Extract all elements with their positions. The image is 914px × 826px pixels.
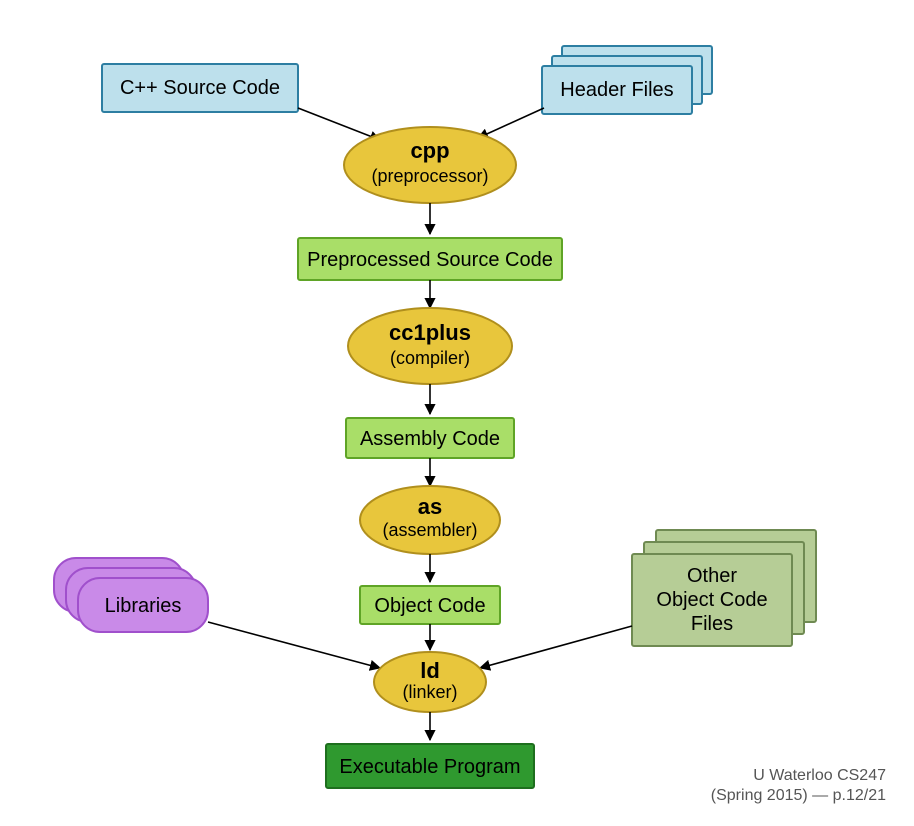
label-header-files: Header Files: [560, 79, 673, 101]
node-other-object-files: Other Object Code Files: [632, 530, 816, 646]
label-libraries: Libraries: [105, 595, 182, 617]
attribution-line1: U Waterloo CS247: [711, 766, 886, 786]
node-object-code: Object Code: [360, 586, 500, 624]
label-preprocessed: Preprocessed Source Code: [307, 249, 553, 271]
edge-otherobj-to-ld: [480, 626, 632, 668]
edge-source-to-cpp: [298, 108, 380, 140]
label-as-title: as: [418, 494, 442, 519]
node-executable-program: Executable Program: [326, 744, 534, 788]
label-object: Object Code: [374, 595, 485, 617]
label-cc1plus-subtitle: (compiler): [390, 348, 470, 368]
node-cc1plus-compiler: cc1plus (compiler): [348, 308, 512, 384]
label-other-objects-line2: Object Code: [656, 589, 767, 611]
node-preprocessed-source: Preprocessed Source Code: [298, 238, 562, 280]
node-assembly-code: Assembly Code: [346, 418, 514, 458]
label-source-code: C++ Source Code: [120, 77, 280, 99]
attribution-block: U Waterloo CS247 (Spring 2015) — p.12/21: [711, 766, 886, 806]
compilation-pipeline-diagram: C++ Source Code Header Files cpp (prepro…: [0, 0, 914, 826]
node-cpp-preprocessor: cpp (preprocessor): [344, 127, 516, 203]
label-other-objects-line1: Other: [687, 565, 737, 587]
label-assembly: Assembly Code: [360, 428, 500, 450]
node-libraries: Libraries: [54, 558, 208, 632]
label-cpp-subtitle: (preprocessor): [371, 166, 488, 186]
label-cc1plus-title: cc1plus: [389, 320, 471, 345]
edge-libraries-to-ld: [208, 622, 380, 668]
edge-headers-to-cpp: [478, 108, 544, 138]
label-ld-subtitle: (linker): [402, 682, 457, 702]
attribution-line2: (Spring 2015) — p.12/21: [711, 786, 886, 806]
node-as-assembler: as (assembler): [360, 486, 500, 554]
label-as-subtitle: (assembler): [382, 520, 477, 540]
label-cpp-title: cpp: [410, 138, 449, 163]
label-other-objects-line3: Files: [691, 613, 733, 635]
label-executable: Executable Program: [339, 756, 520, 778]
node-ld-linker: ld (linker): [374, 652, 486, 712]
node-header-files: Header Files: [542, 46, 712, 114]
label-ld-title: ld: [420, 658, 440, 683]
node-source-code: C++ Source Code: [102, 64, 298, 112]
